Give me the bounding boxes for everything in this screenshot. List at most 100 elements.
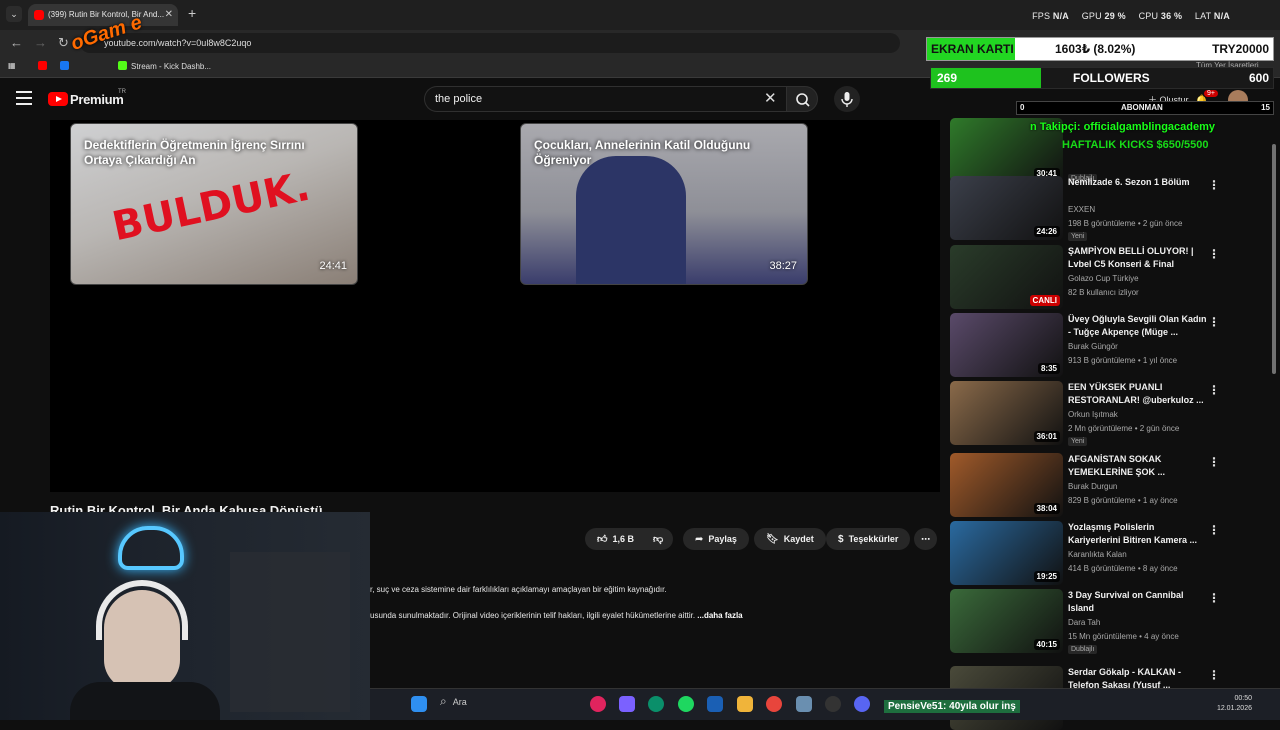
new-tab-button[interactable]: + <box>188 5 196 21</box>
endscreen-video-2[interactable]: Çocukları, Annelerinin Katil Olduğunu Öğ… <box>520 123 808 285</box>
tab-search-button[interactable]: ⌄ <box>6 6 22 22</box>
video-title: 3 Day Survival on Cannibal Island <box>1068 590 1184 613</box>
bookmark-youtube-icon[interactable] <box>38 61 51 71</box>
video-duration: 19:25 <box>1033 571 1060 582</box>
video-thumbnail[interactable]: 19:25 <box>950 521 1063 585</box>
video-thumbnail[interactable]: 24:26 <box>950 176 1063 240</box>
gpu-value: 29 % <box>1104 11 1126 21</box>
search-button[interactable] <box>786 86 818 112</box>
endscreen-title: Dedektiflerin Öğretmenin İğrenç Sırrını … <box>84 138 305 167</box>
obs-icon[interactable] <box>825 696 841 712</box>
endscreen-video-1[interactable]: BULDUK. Dedektiflerin Öğretmenin İğrenç … <box>70 123 358 285</box>
app-icon[interactable] <box>590 696 606 712</box>
goal-value: 1603₺ (8.02%) <box>1055 42 1136 56</box>
menu-icon[interactable] <box>16 91 32 105</box>
bookmark-facebook-icon[interactable] <box>60 61 73 71</box>
like-button[interactable]: 👍︎ 1,6 B <box>585 528 645 550</box>
channel-name[interactable]: Orkun Işıtmak <box>1068 410 1118 419</box>
file-explorer-icon[interactable] <box>737 696 753 712</box>
video-meta: 198 B görüntüleme • 2 gün önce <box>1068 219 1183 228</box>
share-button[interactable]: ➦ Paylaş <box>683 528 749 550</box>
video-thumbnail[interactable]: 38:04 <box>950 453 1063 517</box>
channel-name[interactable]: Golazo Cup Türkiye <box>1068 274 1139 283</box>
youtube-logo-icon[interactable] <box>48 92 68 106</box>
close-tab-icon[interactable]: ✕ <box>165 4 173 26</box>
video-meta: 913 B görüntüleme • 1 yıl önce <box>1068 356 1178 365</box>
video-thumbnail[interactable]: CANLI <box>950 245 1063 309</box>
more-actions-button[interactable]: ⋯ <box>914 528 937 550</box>
sub-count: 0 <box>1020 103 1025 112</box>
more-options-icon[interactable]: ⋮ <box>1208 523 1220 537</box>
video-title: Yozlaşmış Polislerin Kariyerlerini Bitir… <box>1068 522 1198 545</box>
channel-name[interactable]: Dara Tah <box>1068 618 1100 627</box>
goal-label: EKRAN KARTI <box>931 42 1014 56</box>
more-options-icon[interactable]: ⋮ <box>1208 455 1220 469</box>
followers-target: 600 <box>1248 71 1269 85</box>
thumbnail-stamp: BULDUK. <box>108 163 314 251</box>
copilot-icon[interactable] <box>619 696 635 712</box>
channel-name[interactable]: Burak Durgun <box>1068 482 1117 491</box>
start-icon[interactable] <box>411 696 427 712</box>
recommended-video[interactable]: 40:15 3 Day Survival on Cannibal Island Da… <box>950 589 1280 654</box>
search-input[interactable]: the police <box>424 86 786 112</box>
recommended-video[interactable]: CANLI ŞAMPİYON BELLİ OLUYOR! | Lvbel C5 K… <box>950 245 1280 309</box>
settings-icon[interactable] <box>796 696 812 712</box>
video-thumbnail[interactable]: 8:35 <box>950 313 1063 377</box>
voice-search-button[interactable] <box>834 86 860 112</box>
video-meta: 15 Mn görüntüleme • 4 ay önce <box>1068 632 1179 641</box>
endscreen-duration: 38:27 <box>769 260 797 272</box>
headphones <box>96 580 188 640</box>
chrome-icon[interactable] <box>766 696 782 712</box>
taskbar-search[interactable]: Ara <box>440 694 467 709</box>
recommended-video[interactable]: 36:01 EEN YÜKSEK PUANLI RESTORANLAR! @ube… <box>950 381 1280 446</box>
live-badge: CANLI <box>1029 295 1060 306</box>
bookmark-kick[interactable]: Stream - Kick Dashb... <box>118 61 211 71</box>
show-more-link[interactable]: ...daha fazla <box>697 611 742 620</box>
video-thumbnail[interactable]: 40:15 <box>950 589 1063 653</box>
more-options-icon[interactable]: ⋮ <box>1208 668 1220 682</box>
recommended-video[interactable]: 24:26 Nemlizade 6. Sezon 1 Bölüm EXXEN 198 … <box>950 176 1280 241</box>
microphone-icon <box>841 92 853 107</box>
store-icon[interactable] <box>707 696 723 712</box>
forward-icon[interactable]: → <box>34 35 47 50</box>
more-options-icon[interactable]: ⋮ <box>1208 315 1220 329</box>
back-icon[interactable]: ← <box>10 35 23 50</box>
video-title: EEN YÜKSEK PUANLI RESTORANLAR! @uberkulo… <box>1068 382 1204 405</box>
description-line-2: usunda sunulmaktadır. Orijinal video içe… <box>370 611 743 620</box>
spotify-icon[interactable] <box>678 696 694 712</box>
recommended-video[interactable]: 38:04 AFGANİSTAN SOKAK YEMEKLERİNE ŞOK ..… <box>950 453 1280 517</box>
dislike-button[interactable]: 👎︎ <box>645 528 673 550</box>
video-thumbnail[interactable]: 36:01 <box>950 381 1063 445</box>
edge-icon[interactable] <box>648 696 664 712</box>
more-options-icon[interactable]: ⋮ <box>1208 178 1220 192</box>
youtube-favicon-icon <box>34 10 44 20</box>
more-options-icon[interactable]: ⋮ <box>1208 383 1220 397</box>
more-options-icon[interactable]: ⋮ <box>1208 247 1220 261</box>
channel-name[interactable]: Karanlıkta Kalan <box>1068 550 1127 559</box>
webcam-overlay <box>0 512 370 720</box>
video-duration: 38:04 <box>1033 503 1060 514</box>
save-button[interactable]: 🔖︎ Kaydet <box>754 528 826 550</box>
system-clock[interactable]: 00:50 12.01.2026 <box>1206 694 1252 714</box>
video-title: Nemlizade 6. Sezon 1 Bölüm <box>1068 177 1190 187</box>
sidebar-scrollbar[interactable] <box>1270 120 1278 680</box>
more-options-icon[interactable]: ⋮ <box>1208 591 1220 605</box>
reload-icon[interactable]: ↻ <box>58 35 69 51</box>
youtube-brand[interactable]: Premium <box>70 92 124 107</box>
channel-name[interactable]: Burak Güngör <box>1068 342 1118 351</box>
video-duration: 24:26 <box>1033 226 1060 237</box>
url-field[interactable]: youtube.com/watch?v=0ul8w8C2uqo <box>80 33 900 53</box>
channel-name[interactable]: EXXEN <box>1068 205 1095 214</box>
more-icon: ⋯ <box>921 534 930 544</box>
search-icon <box>796 93 810 107</box>
thanks-button[interactable]: $ Teşekkürler <box>826 528 911 550</box>
discord-icon[interactable] <box>854 696 870 712</box>
chat-overlay-message: PensieVe51: 40yıla olur inş <box>884 700 1020 713</box>
recommended-video[interactable]: 19:25 Yozlaşmış Polislerin Kariyerlerini … <box>950 521 1280 585</box>
followers-goal-widget: 269 FOLLOWERS 600 <box>930 67 1274 89</box>
clear-search-icon[interactable]: ✕ <box>764 89 777 107</box>
apps-grid-icon[interactable]: ▦ <box>8 61 16 70</box>
thumbnail-figure <box>576 156 686 284</box>
video-title: ŞAMPİYON BELLİ OLUYOR! | Lvbel C5 Konser… <box>1068 246 1194 273</box>
recommended-video[interactable]: 8:35 Üvey Oğluyla Sevgili Olan Kadın - Tu… <box>950 313 1280 377</box>
